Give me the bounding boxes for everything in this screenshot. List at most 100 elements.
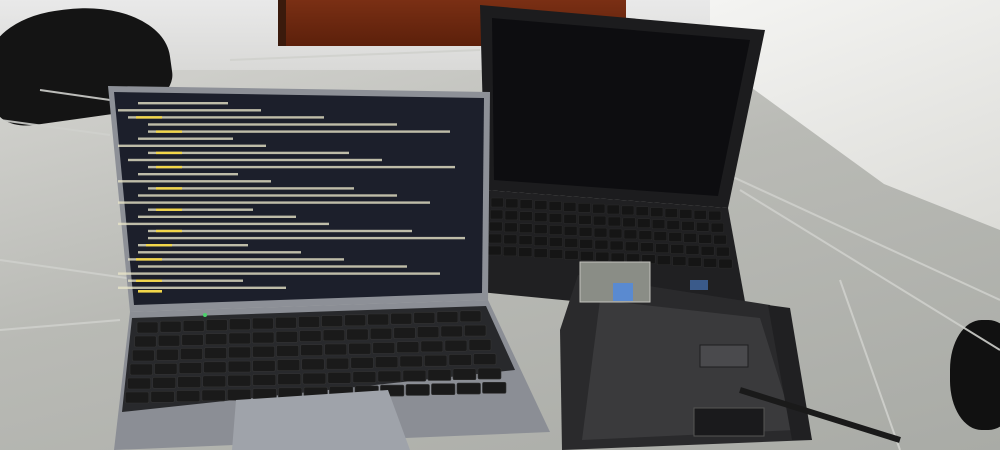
keyboard-key <box>377 370 402 383</box>
keyboard-key <box>685 245 700 255</box>
silver-laptop <box>108 86 550 450</box>
terminal-line <box>138 265 407 268</box>
keyboard-key <box>276 359 301 371</box>
keyboard-key <box>718 258 733 269</box>
keyboard-key <box>578 226 593 237</box>
keyboard-key <box>519 199 533 210</box>
keyboard-key <box>477 367 502 380</box>
keyboard-key <box>490 197 504 208</box>
keyboard-key <box>136 321 159 334</box>
terminal-highlight <box>136 116 162 119</box>
keyboard-key <box>367 313 390 326</box>
keyboard-key <box>277 373 302 386</box>
keyboard-key <box>444 339 468 352</box>
keyboard-key <box>579 250 594 261</box>
keyboard-key <box>579 238 594 249</box>
photo-scene <box>0 0 1000 450</box>
keyboard-key <box>578 214 592 225</box>
keyboard-key <box>703 257 718 268</box>
keyboard-key <box>399 355 423 368</box>
keyboard-key <box>393 327 416 339</box>
keyboard-key <box>700 245 715 256</box>
terminal-line <box>118 144 266 147</box>
keyboard-key <box>159 320 182 333</box>
keyboard-key <box>456 382 481 395</box>
terminal-line <box>118 201 430 204</box>
keyboard-key <box>488 233 503 244</box>
keyboard-key <box>533 236 548 246</box>
keyboard-key <box>325 357 350 370</box>
sticker-icon <box>690 280 708 290</box>
keyboard-key <box>180 348 203 360</box>
keyboard-key <box>687 257 702 267</box>
terminal-line <box>148 130 450 133</box>
keyboard-key <box>518 247 533 258</box>
terminal-line <box>148 229 412 233</box>
keyboard-key <box>650 207 664 217</box>
keyboard-key <box>127 377 151 390</box>
terminal-line <box>128 158 382 162</box>
keyboard-key <box>672 256 687 266</box>
terminal-line <box>148 236 465 240</box>
keyboard-key <box>624 241 639 252</box>
keyboard-key <box>301 358 325 371</box>
keyboard-key <box>679 209 693 219</box>
keyboard-key <box>413 312 436 324</box>
keyboard-key <box>252 374 277 386</box>
keyboard-key <box>417 326 440 338</box>
keyboard-key <box>683 233 697 243</box>
keyboard-key <box>668 232 683 242</box>
keyboard-key <box>708 210 722 221</box>
keyboard-key <box>656 255 671 265</box>
keyboard-key <box>157 334 181 347</box>
keyboard-key <box>681 221 695 231</box>
terminal-highlight <box>136 279 162 282</box>
keyboard-key <box>436 311 459 323</box>
terminal-line <box>118 222 329 226</box>
keyboard-key <box>321 315 343 327</box>
keyboard-key <box>424 354 448 367</box>
keyboard-key <box>275 316 297 329</box>
terminal-highlight <box>156 165 182 169</box>
keyboard-key <box>427 369 452 381</box>
keyboard-key <box>440 325 463 338</box>
keyboard-key <box>431 383 456 396</box>
scene-svg <box>0 5 1000 450</box>
keyboard-key <box>181 334 204 346</box>
keyboard-key <box>548 201 562 211</box>
terminal-line <box>138 137 233 140</box>
keyboard-key <box>563 226 578 236</box>
terminal-prompt <box>138 290 162 293</box>
keyboard-key <box>487 245 502 256</box>
keyboard-key <box>390 312 413 325</box>
terminal-line <box>138 215 296 218</box>
keyboard-key <box>129 363 153 376</box>
keyboard-key <box>482 382 507 394</box>
keyboard-key <box>205 333 228 345</box>
keyboard-key <box>518 223 533 234</box>
keyboard-key <box>502 246 517 257</box>
keyboard-key <box>664 208 678 218</box>
keyboard-key <box>489 221 503 232</box>
keyboard-key <box>606 204 620 215</box>
keyboard-key <box>344 314 366 327</box>
terminal-highlight <box>156 130 182 133</box>
keyboard-key <box>324 343 348 356</box>
keyboard-key <box>252 360 276 372</box>
keyboard-key <box>182 320 205 332</box>
keyboard-key <box>563 214 577 224</box>
keyboard-key <box>252 331 275 344</box>
keyboard-key <box>592 215 607 226</box>
keyboard-key <box>608 228 623 239</box>
terminal-line <box>118 109 261 112</box>
keyboard-key <box>302 372 327 385</box>
keyboard-key <box>519 211 533 222</box>
keyboard-key <box>638 230 653 241</box>
keyboard-key <box>666 220 680 230</box>
keyboard-key <box>564 238 578 248</box>
keyboard-key <box>622 217 636 228</box>
keyboard-key <box>607 216 622 227</box>
keyboard-key <box>655 243 670 253</box>
keyboard-key <box>621 205 635 216</box>
keyboard-key <box>713 234 727 245</box>
